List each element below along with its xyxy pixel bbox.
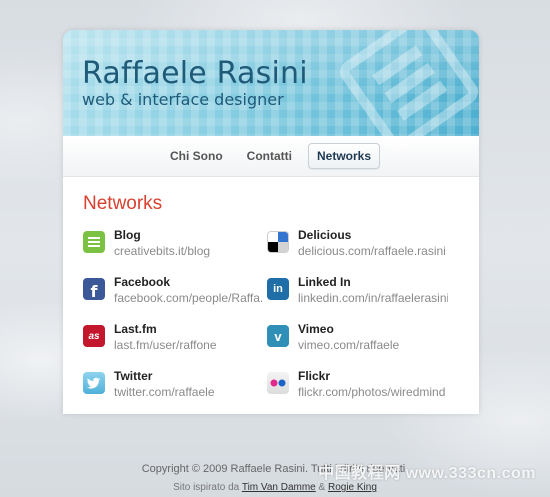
network-name: Delicious — [298, 228, 352, 242]
network-name: Vimeo — [298, 322, 334, 336]
network-url: twitter.com/raffaele — [114, 385, 215, 399]
network-name: Last.fm — [114, 322, 157, 336]
nav-contatti[interactable]: Contatti — [239, 144, 300, 168]
main-card: Raffaele Rasini web & interface designer… — [63, 30, 479, 414]
network-url: creativebits.it/blog — [114, 244, 211, 258]
network-name: Facebook — [114, 275, 171, 289]
network-item-lastfm[interactable]: as Last.fm last.fm/user/raffone — [83, 322, 273, 362]
vimeo-icon: v — [267, 325, 289, 347]
network-url: flickr.com/photos/wiredmind — [298, 385, 446, 399]
footer-inspired-prefix: Sito ispirato da — [173, 482, 240, 493]
network-url: facebook.com/people/Raffa... — [114, 291, 264, 305]
network-item-twitter[interactable]: Twitter twitter.com/raffaele — [83, 369, 273, 409]
network-url: vimeo.com/raffaele — [298, 338, 400, 352]
twitter-icon — [83, 372, 105, 394]
network-item-facebook[interactable]: f Facebook facebook.com/people/Raffa... — [83, 275, 273, 315]
network-name: Blog — [114, 228, 141, 242]
site-title: Raffaele Rasini — [82, 56, 308, 91]
nav-networks[interactable]: Networks — [307, 143, 381, 169]
nav-chi-sono[interactable]: Chi Sono — [162, 144, 231, 168]
site-subtitle: web & interface designer — [82, 90, 284, 109]
lastfm-icon: as — [83, 325, 105, 347]
section-title: Networks — [83, 193, 163, 214]
network-item-blog[interactable]: Blog creativebits.it/blog — [83, 228, 273, 268]
network-url: delicious.com/raffaele.rasini — [298, 244, 446, 258]
footer-link-tim-van-damme[interactable]: Tim Van Damme — [242, 482, 316, 493]
network-url: last.fm/user/raffone — [114, 338, 217, 352]
watermark: 中国教程网 www.333cn.com — [318, 465, 536, 482]
delicious-icon — [267, 231, 289, 253]
network-name: Flickr — [298, 369, 331, 383]
footer-link-rogie-king[interactable]: Rogie King — [328, 482, 377, 493]
network-name: Linked In — [298, 275, 351, 289]
network-item-linkedin[interactable]: in Linked In linkedin.com/in/raffaeleras… — [267, 275, 457, 315]
header-banner: Raffaele Rasini web & interface designer — [63, 30, 479, 151]
network-item-delicious[interactable]: Delicious delicious.com/raffaele.rasini — [267, 228, 457, 268]
network-url: linkedin.com/in/raffaelerasini — [298, 291, 448, 305]
footer-separator: & — [318, 482, 326, 493]
network-name: Twitter — [114, 369, 153, 383]
blog-icon — [83, 231, 105, 253]
network-item-vimeo[interactable]: v Vimeo vimeo.com/raffaele — [267, 322, 457, 362]
network-item-flickr[interactable]: Flickr flickr.com/photos/wiredmind — [267, 369, 457, 409]
flickr-icon — [267, 372, 289, 394]
facebook-icon: f — [83, 278, 105, 301]
footer-credits: Sito ispirato da Tim Van Damme & Rogie K… — [0, 482, 550, 493]
linkedin-icon: in — [267, 278, 289, 300]
